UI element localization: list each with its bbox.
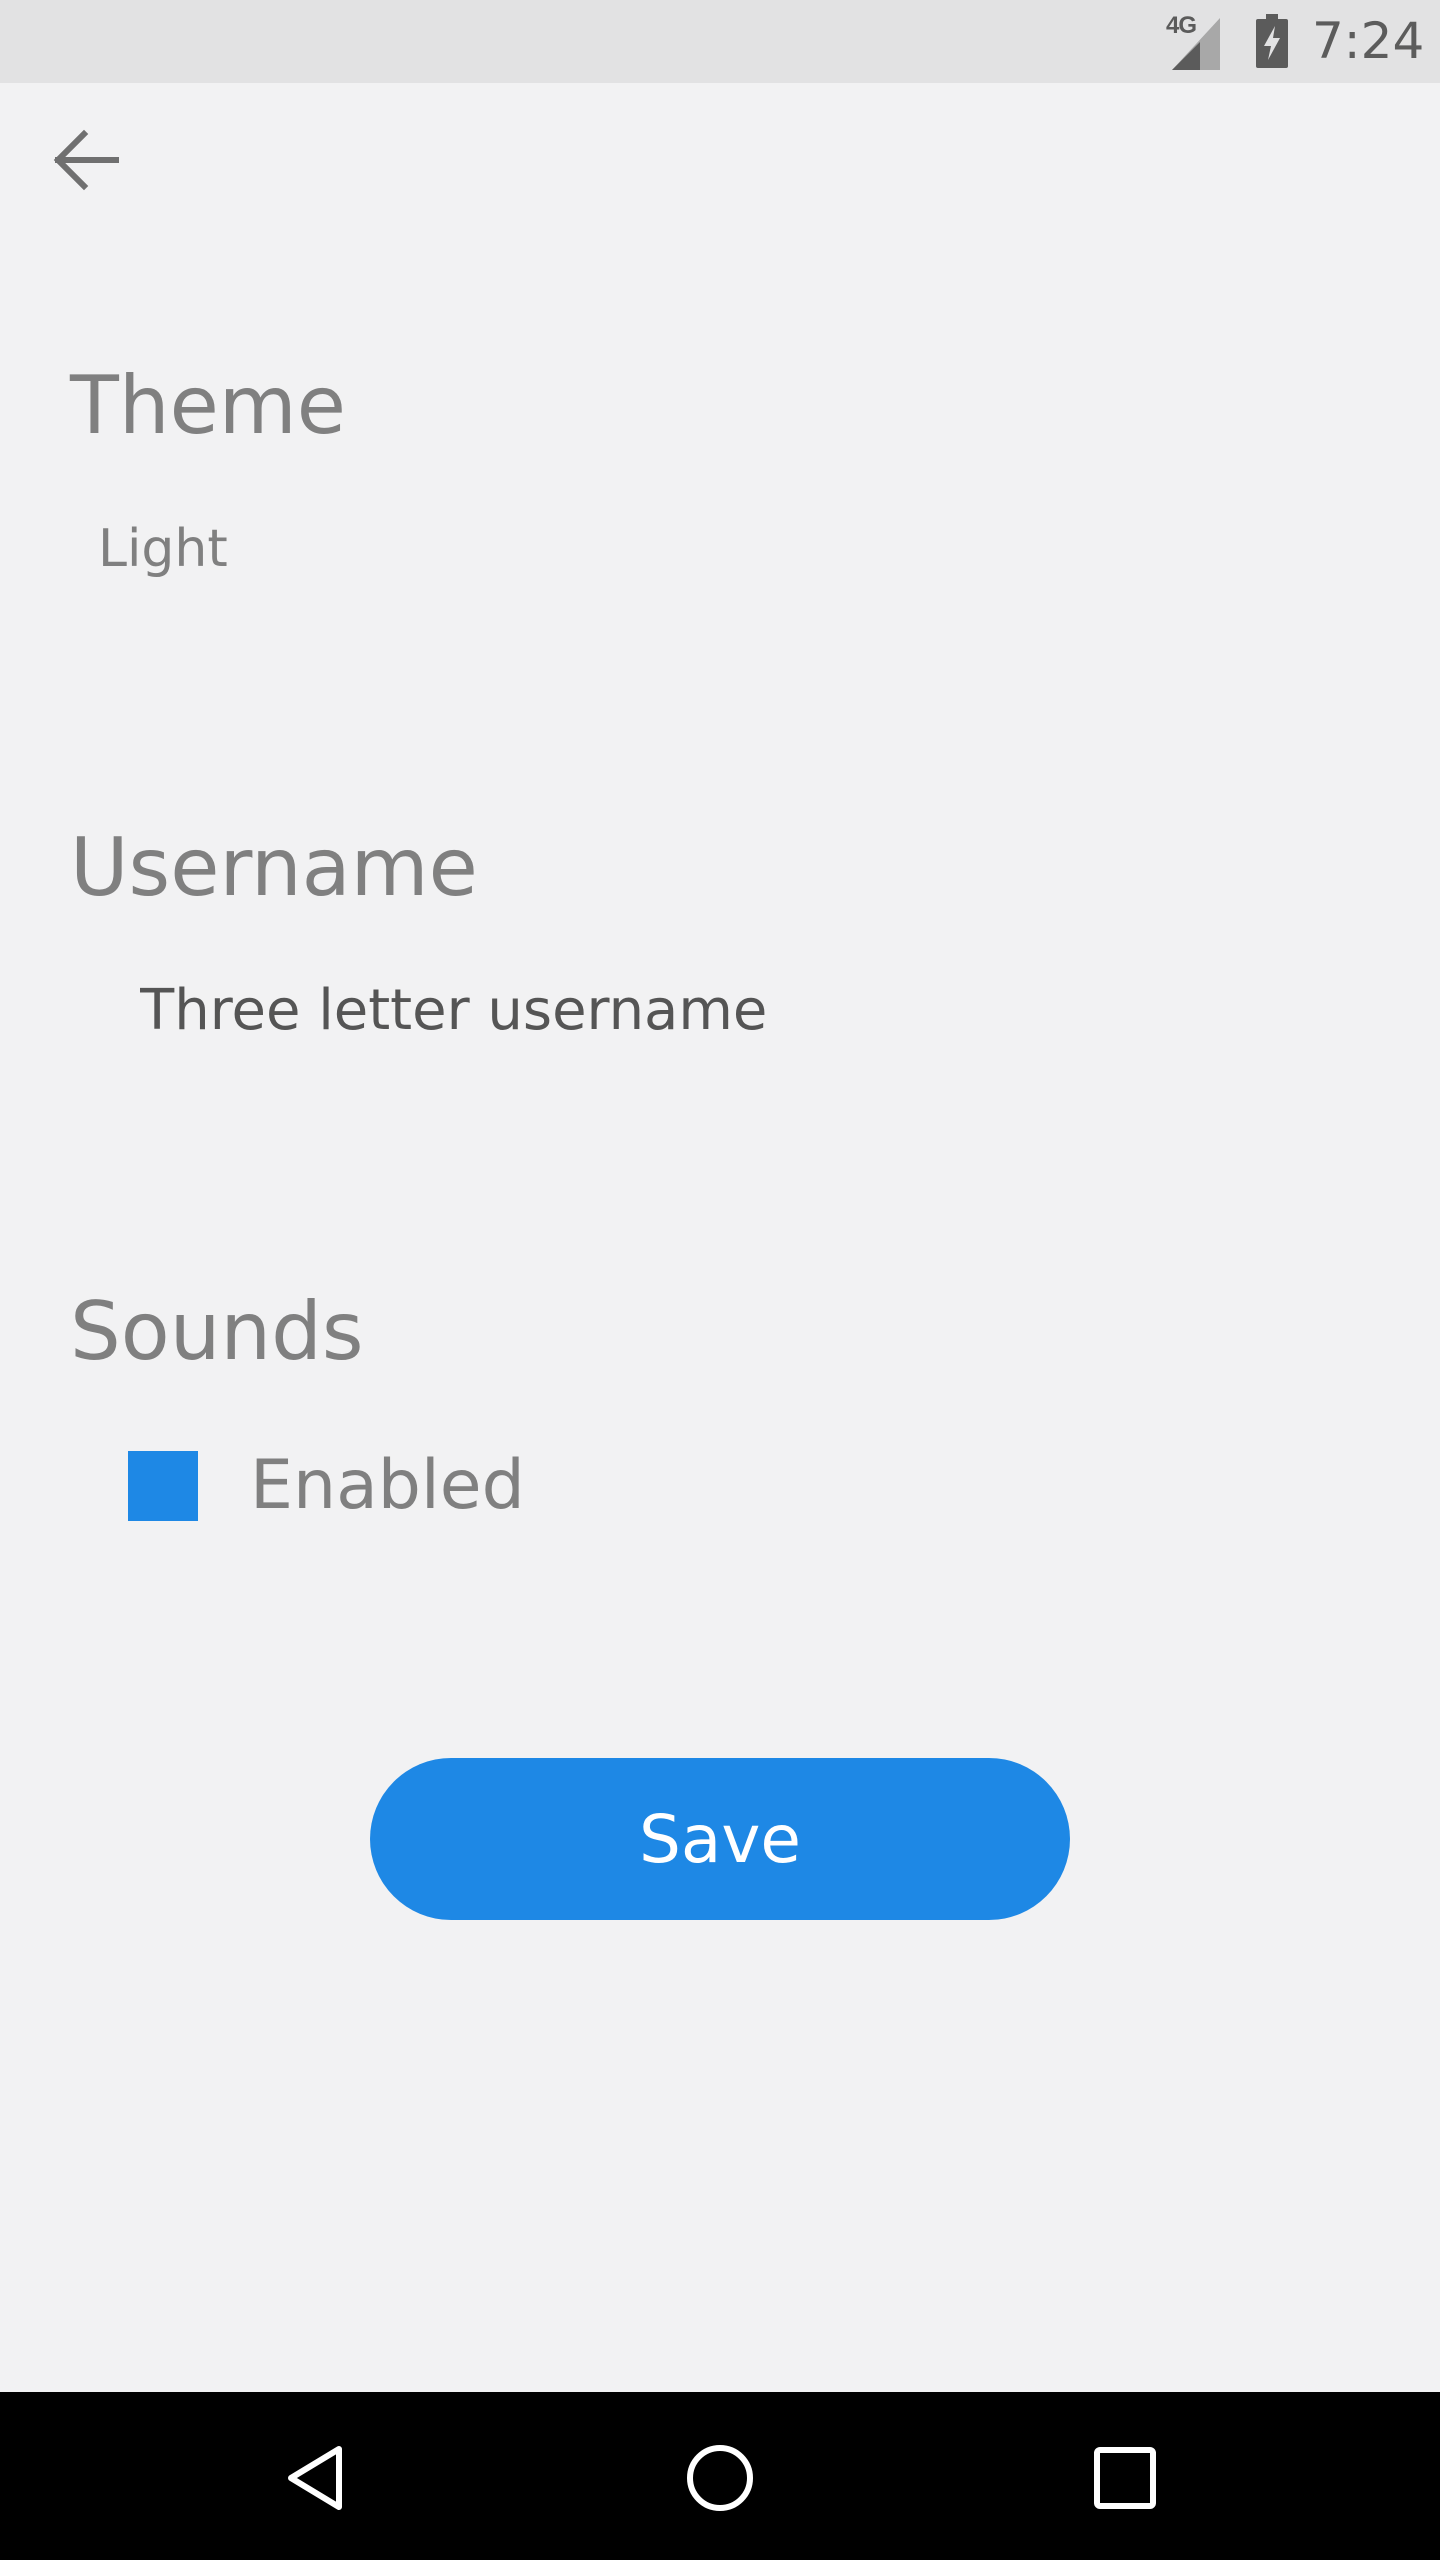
battery-charging-icon	[1256, 14, 1288, 68]
save-button[interactable]: Save	[370, 1758, 1070, 1920]
username-title: Username	[70, 821, 478, 914]
nav-home-button[interactable]	[672, 2430, 768, 2526]
sounds-enabled-checkbox[interactable]	[128, 1451, 198, 1521]
triangle-back-icon	[288, 2446, 342, 2510]
nav-back-button[interactable]	[268, 2430, 364, 2526]
status-bar: 4G 7:24	[0, 0, 1440, 83]
nav-recents-button[interactable]	[1077, 2430, 1173, 2526]
theme-selector[interactable]: Light	[98, 514, 228, 584]
back-button[interactable]	[34, 108, 138, 212]
username-input[interactable]	[140, 960, 1140, 1060]
signal-icon	[1172, 18, 1220, 70]
sounds-title: Sounds	[70, 1285, 364, 1378]
arrow-left-icon	[53, 129, 119, 191]
circle-home-icon	[687, 2445, 753, 2511]
square-recents-icon	[1094, 2447, 1156, 2509]
sounds-enabled-label: Enabled	[250, 1446, 525, 1525]
status-time: 7:24	[1312, 12, 1425, 70]
sounds-enabled-row[interactable]: Enabled	[128, 1446, 525, 1526]
theme-title: Theme	[70, 359, 346, 452]
